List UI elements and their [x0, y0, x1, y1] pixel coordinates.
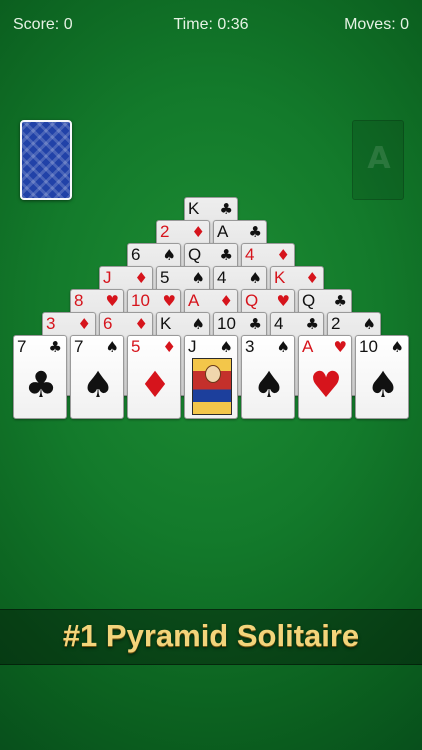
- spade-icon: ♠: [390, 338, 404, 356]
- spade-icon: ♠: [276, 338, 290, 356]
- diamond-icon: ♦: [134, 269, 148, 287]
- spade-icon: ♠: [219, 338, 233, 356]
- status-bar: Score: 0 Time: 0:36 Moves: 0: [0, 14, 422, 38]
- club-large-icon: ♣: [24, 365, 58, 406]
- foundation-placeholder-label: A: [367, 141, 391, 176]
- foundation-pile[interactable]: A: [352, 120, 404, 200]
- club-icon: ♣: [333, 292, 347, 310]
- card-rank: K: [160, 314, 172, 333]
- card-j-of-spades[interactable]: J ♠: [184, 335, 238, 419]
- card-rank: 5: [160, 268, 170, 287]
- card-rank: A: [188, 291, 200, 310]
- diamond-icon: ♦: [77, 315, 91, 333]
- card-rank: 7: [17, 337, 27, 356]
- diamond-icon: ♦: [305, 269, 319, 287]
- club-icon: ♣: [248, 315, 262, 333]
- card-rank: 7: [74, 337, 84, 356]
- card-rank: 3: [46, 314, 56, 333]
- promo-banner: #1 Pyramid Solitaire: [0, 609, 422, 665]
- moves-label: Moves: 0: [344, 16, 409, 33]
- card-rank: 10: [359, 337, 378, 356]
- heart-large-icon: ♥: [309, 365, 343, 406]
- card-rank: 2: [331, 314, 341, 333]
- card-rank: 4: [274, 314, 284, 333]
- stock-pile[interactable]: [20, 120, 72, 200]
- card-5-of-diamonds[interactable]: 5 ♦ ♦: [127, 335, 181, 419]
- heart-icon: ♥: [333, 338, 347, 356]
- jack-face-art-icon: [192, 358, 232, 415]
- card-a-of-hearts[interactable]: A ♥ ♥: [298, 335, 352, 419]
- club-icon: ♣: [48, 338, 62, 356]
- card-rank: 5: [131, 337, 141, 356]
- spade-large-icon: ♠: [366, 365, 400, 406]
- spade-icon: ♠: [248, 269, 262, 287]
- card-rank: A: [217, 222, 229, 241]
- spade-icon: ♠: [362, 315, 376, 333]
- spade-icon: ♠: [191, 269, 205, 287]
- card-7-of-clubs[interactable]: 7 ♣ ♣: [13, 335, 67, 419]
- diamond-icon: ♦: [276, 246, 290, 264]
- card-rank: 6: [103, 314, 113, 333]
- jack-face-icon: [205, 365, 221, 383]
- card-rank: A: [302, 337, 314, 356]
- heart-icon: ♥: [162, 292, 176, 310]
- club-icon: ♣: [248, 223, 262, 241]
- heart-icon: ♥: [276, 292, 290, 310]
- card-rank: 10: [131, 291, 150, 310]
- spade-large-icon: ♠: [81, 365, 115, 406]
- card-rank: 2: [160, 222, 170, 241]
- club-icon: ♣: [305, 315, 319, 333]
- spade-icon: ♠: [105, 338, 119, 356]
- club-icon: ♣: [219, 246, 233, 264]
- card-rank: Q: [245, 291, 259, 310]
- club-icon: ♣: [219, 200, 233, 218]
- heart-icon: ♥: [105, 292, 119, 310]
- diamond-icon: ♦: [134, 315, 148, 333]
- diamond-icon: ♦: [219, 292, 233, 310]
- card-rank: 6: [131, 245, 141, 264]
- card-rank: K: [274, 268, 286, 287]
- card-rank: Q: [188, 245, 202, 264]
- card-rank: Q: [302, 291, 316, 310]
- card-rank: 10: [217, 314, 236, 333]
- card-rank: K: [188, 199, 200, 218]
- card-rank: 4: [217, 268, 227, 287]
- card-rank: J: [188, 337, 197, 356]
- banner-title: #1 Pyramid Solitaire: [62, 618, 360, 653]
- spade-large-icon: ♠: [252, 365, 286, 406]
- spade-icon: ♠: [162, 246, 176, 264]
- diamond-icon: ♦: [162, 338, 176, 356]
- spade-icon: ♠: [191, 315, 205, 333]
- diamond-large-icon: ♦: [138, 365, 172, 406]
- card-3-of-spades[interactable]: 3 ♠ ♠: [241, 335, 295, 419]
- card-rank: J: [103, 268, 112, 287]
- card-rank: 3: [245, 337, 255, 356]
- card-10-of-spades[interactable]: 10 ♠ ♠: [355, 335, 409, 419]
- card-rank: 4: [245, 245, 255, 264]
- diamond-icon: ♦: [191, 223, 205, 241]
- card-rank: 8: [74, 291, 84, 310]
- card-7-of-spades[interactable]: 7 ♠ ♠: [70, 335, 124, 419]
- game-table: Score: 0 Time: 0:36 Moves: 0 A K ♣ 2 ♦ A ♣ 6 ♠ Q…: [0, 0, 422, 750]
